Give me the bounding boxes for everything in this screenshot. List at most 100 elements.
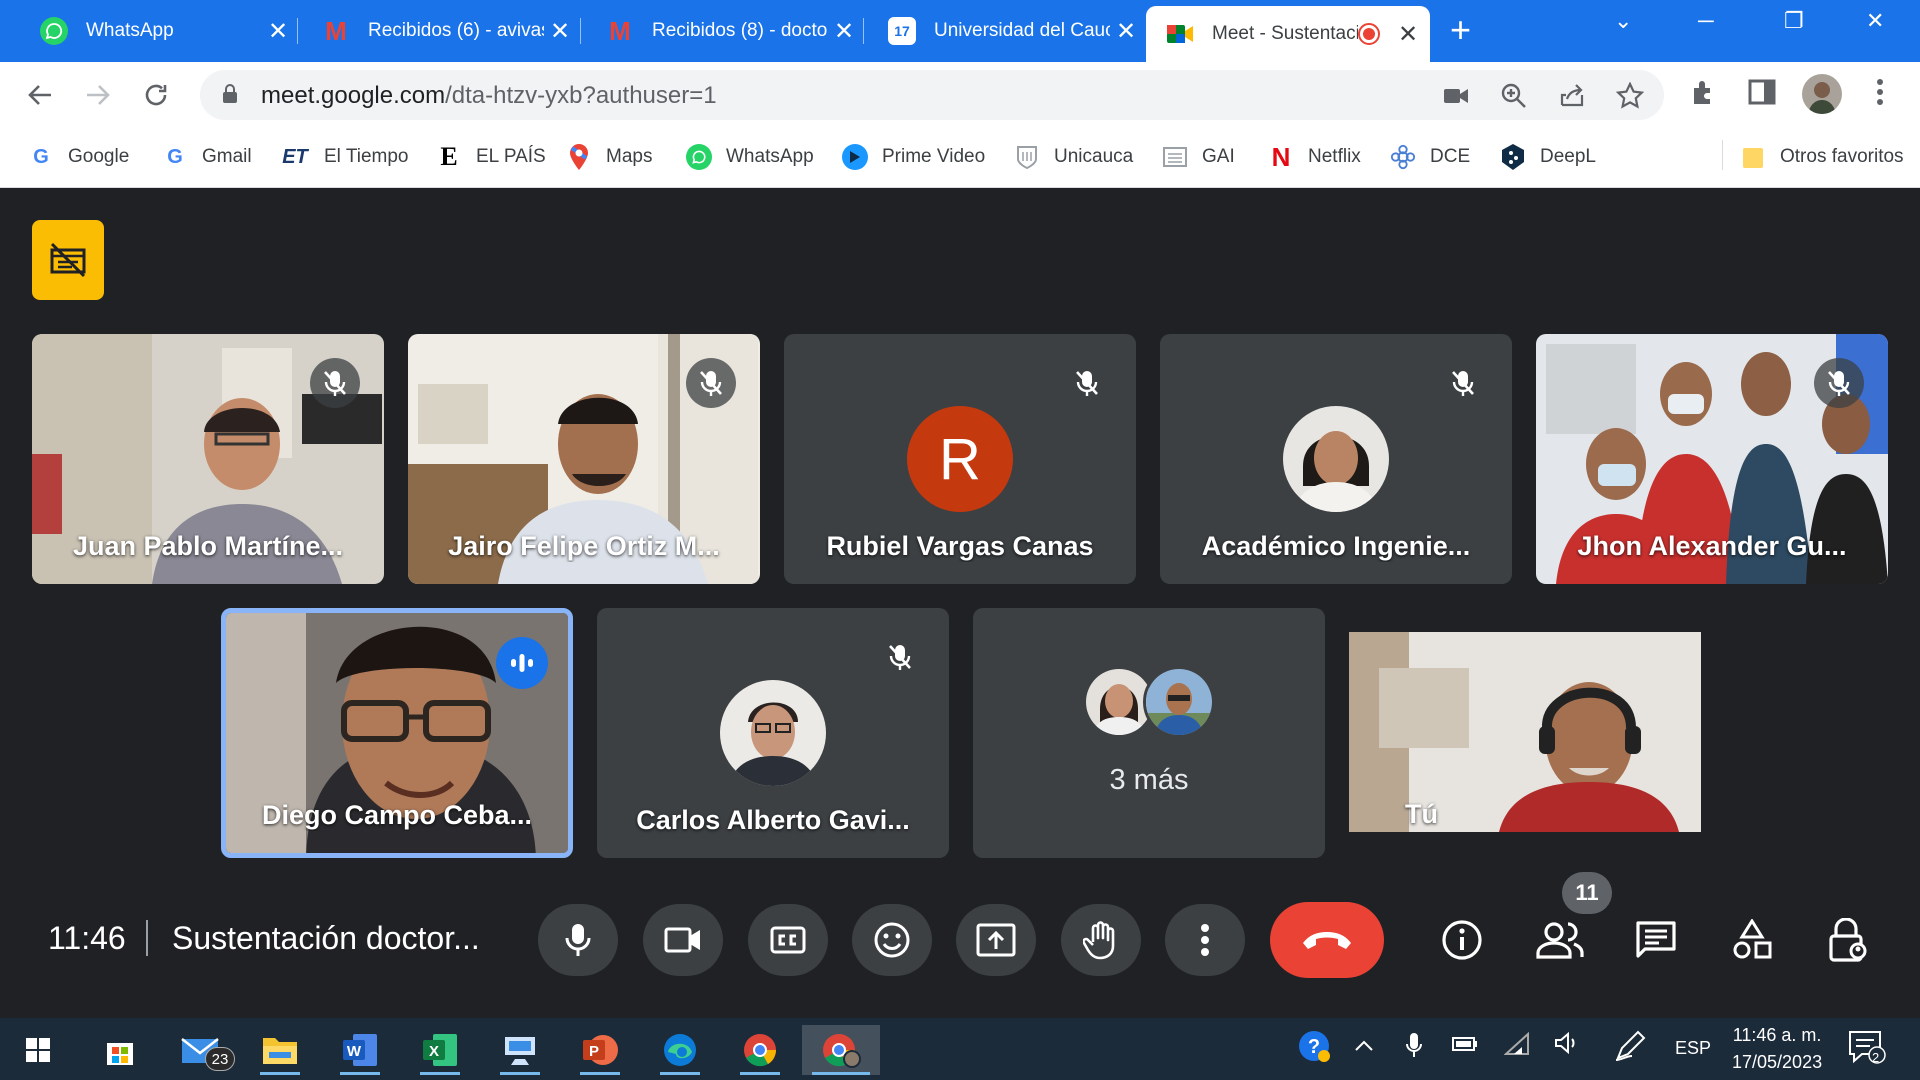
recording-status-badge[interactable] <box>32 220 104 300</box>
system-clock[interactable]: 11:46 a. m. 17/05/2023 <box>1732 1022 1822 1076</box>
bookmark-unicauca[interactable]: Unicauca <box>1014 140 1133 174</box>
taskbar-word[interactable]: W <box>330 1025 390 1075</box>
input-language-indicator[interactable]: ESP <box>1675 1038 1711 1059</box>
self-view-tile[interactable]: Tú <box>1349 608 1701 858</box>
bookmark-prime-video[interactable]: Prime Video <box>842 140 985 174</box>
participant-tile[interactable]: Juan Pablo Martíne... <box>32 334 384 584</box>
taskbar-file-explorer[interactable] <box>250 1025 310 1075</box>
people-icon <box>1536 922 1584 959</box>
share-icon[interactable] <box>1556 80 1588 112</box>
svg-text:W: W <box>347 1043 362 1060</box>
chrome-menu-icon[interactable] <box>1862 74 1898 110</box>
google-icon: G <box>167 145 183 168</box>
camera-in-use-icon[interactable] <box>1440 80 1472 112</box>
browser-tab-strip: WhatsApp ✕ M Recibidos (6) - avivas ✕ M … <box>0 0 1920 62</box>
mic-muted-icon <box>1814 358 1864 408</box>
address-bar[interactable]: meet.google.com/dta-htzv-yxb?authuser=1 <box>200 70 1664 120</box>
more-options-button[interactable] <box>1165 904 1245 976</box>
el-tiempo-icon: ET <box>282 145 308 168</box>
close-tab-icon[interactable]: ✕ <box>828 17 860 46</box>
profile-avatar[interactable] <box>1802 74 1842 114</box>
host-controls-button[interactable] <box>1820 912 1876 968</box>
tab-gmail-2[interactable]: M Recibidos (8) - doctor ✕ <box>586 8 866 54</box>
close-window-button[interactable]: ✕ <box>1866 8 1884 34</box>
microphone-tray-icon[interactable] <box>1406 1032 1422 1063</box>
activities-button[interactable] <box>1724 912 1780 968</box>
meeting-details-button[interactable] <box>1434 912 1490 968</box>
svg-text:P: P <box>589 1043 599 1060</box>
close-tab-icon[interactable]: ✕ <box>1110 17 1142 46</box>
tab-whatsapp[interactable]: WhatsApp ✕ <box>20 8 300 54</box>
other-bookmarks-folder[interactable]: Otros favoritos <box>1740 140 1904 174</box>
taskbar-edge[interactable] <box>650 1025 710 1075</box>
el-pais-icon: E <box>440 142 458 171</box>
restore-button[interactable]: ❐ <box>1784 8 1804 34</box>
extensions-icon[interactable] <box>1686 74 1722 110</box>
captions-button[interactable] <box>748 904 828 976</box>
mic-muted-icon <box>1438 358 1488 408</box>
bookmark-el-pais[interactable]: E EL PAÍS <box>436 140 545 174</box>
bookmark-dce[interactable]: DCE <box>1390 140 1470 174</box>
side-panel-icon[interactable] <box>1744 74 1780 110</box>
taskbar-excel[interactable]: X <box>410 1025 470 1075</box>
wifi-icon[interactable] <box>1503 1031 1530 1061</box>
participant-tile[interactable]: Jhon Alexander Gu... <box>1536 334 1888 584</box>
start-button[interactable] <box>8 1025 68 1075</box>
back-button[interactable] <box>20 75 60 115</box>
bookmark-whatsapp[interactable]: WhatsApp <box>686 140 814 174</box>
raise-hand-button[interactable] <box>1061 904 1141 976</box>
meeting-title[interactable]: Sustentación doctor... <box>172 920 480 957</box>
tab-search-icon[interactable]: ⌄ <box>1614 8 1632 34</box>
chat-button[interactable] <box>1628 912 1684 968</box>
bookmark-el-tiempo[interactable]: ET El Tiempo <box>280 140 408 174</box>
close-tab-icon[interactable]: ✕ <box>1392 20 1424 49</box>
close-tab-icon[interactable]: ✕ <box>262 17 294 46</box>
bookmark-gai[interactable]: GAI <box>1162 140 1235 174</box>
tab-universidad[interactable]: 17 Universidad del Cauca ✕ <box>868 8 1148 54</box>
participant-tile-active-speaker[interactable]: Diego Campo Ceba... <box>221 608 573 858</box>
participant-tile[interactable]: R Rubiel Vargas Canas <box>784 334 1136 584</box>
participant-tile[interactable]: Carlos Alberto Gavi... <box>597 608 949 858</box>
present-screen-button[interactable] <box>956 904 1036 976</box>
taskbar-remote-desktop[interactable] <box>490 1025 550 1075</box>
avatar <box>1283 406 1389 512</box>
reload-button[interactable] <box>136 75 176 115</box>
whatsapp-icon <box>40 17 68 45</box>
microphone-button[interactable] <box>538 904 618 976</box>
mic-muted-icon <box>686 358 736 408</box>
bookmark-deepl[interactable]: DeepL <box>1500 140 1596 174</box>
taskbar-chrome-profile[interactable] <box>802 1025 880 1075</box>
bookmark-gmail[interactable]: G Gmail <box>162 140 251 174</box>
tab-meet[interactable]: Meet - Sustentación ✕ <box>1146 6 1430 62</box>
help-icon[interactable]: ? <box>1296 1028 1332 1069</box>
close-tab-icon[interactable]: ✕ <box>544 17 576 46</box>
bookmark-netflix[interactable]: N Netflix <box>1268 140 1361 174</box>
show-hidden-icons-chevron-icon[interactable] <box>1354 1036 1374 1057</box>
forward-button[interactable] <box>78 75 118 115</box>
battery-icon[interactable] <box>1452 1036 1478 1057</box>
volume-icon[interactable] <box>1554 1031 1580 1059</box>
unicauca-seal-icon <box>1014 144 1040 170</box>
minimize-button[interactable]: ─ <box>1698 8 1714 34</box>
notifications-count: 2 <box>1872 1050 1880 1065</box>
participant-tile[interactable]: Jairo Felipe Ortiz M... <box>408 334 760 584</box>
pen-icon[interactable] <box>1614 1030 1648 1067</box>
tab-gmail-1[interactable]: M Recibidos (6) - avivas ✕ <box>302 8 582 54</box>
zoom-icon[interactable] <box>1498 80 1530 112</box>
raise-hand-icon <box>1083 921 1115 960</box>
taskbar-chrome[interactable] <box>730 1025 790 1075</box>
bookmark-maps[interactable]: Maps <box>566 140 652 174</box>
camera-button[interactable] <box>643 904 723 976</box>
new-tab-button[interactable]: + <box>1450 12 1471 48</box>
gai-icon <box>1162 144 1188 170</box>
taskbar-powerpoint[interactable]: P <box>570 1025 630 1075</box>
taskbar-microsoft-store[interactable] <box>90 1025 150 1075</box>
reactions-button[interactable] <box>852 904 932 976</box>
bookmark-google[interactable]: G Google <box>28 140 129 174</box>
people-button[interactable] <box>1532 912 1588 968</box>
others-overflow-tile[interactable]: 3 más <box>973 608 1325 858</box>
bookmark-star-icon[interactable] <box>1614 80 1646 112</box>
leave-call-button[interactable] <box>1270 902 1384 978</box>
notifications-icon[interactable] <box>1848 1030 1886 1069</box>
participant-tile[interactable]: Académico Ingenie... <box>1160 334 1512 584</box>
